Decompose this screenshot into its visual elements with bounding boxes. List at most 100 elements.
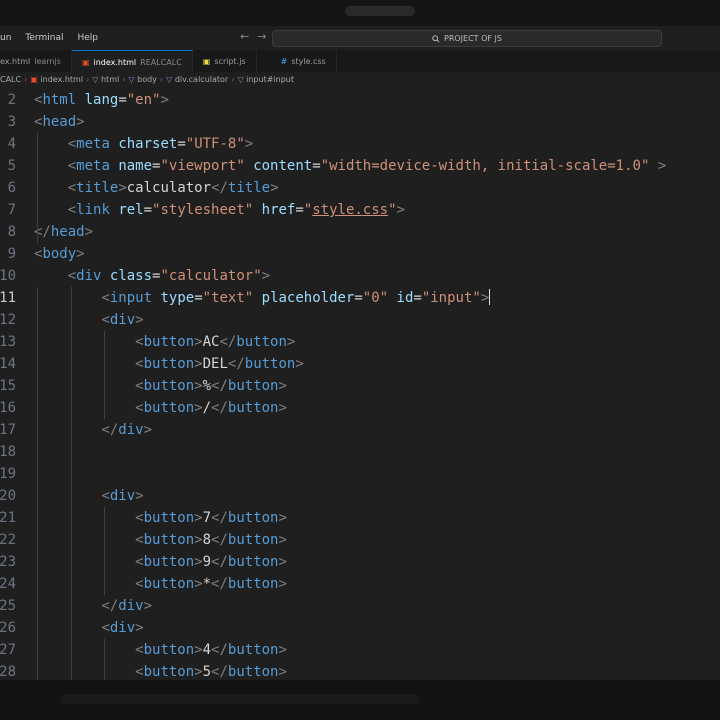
code-text: <div> <box>34 617 143 639</box>
line-number: 6 <box>7 180 16 196</box>
code-line: 20 <div> <box>0 485 720 507</box>
code-token: input <box>109 290 153 306</box>
code-token: > <box>278 400 287 416</box>
line-number: 16 <box>0 400 16 416</box>
code-text: <button>/</button> <box>34 397 287 419</box>
line-number: 7 <box>7 202 16 218</box>
code-token: < <box>135 532 144 548</box>
code-token: rel <box>118 202 144 218</box>
title-bar: un Terminal Help ← → PROJECT OF JS <box>0 26 720 50</box>
breadcrumb-item[interactable]: input#input <box>246 75 294 84</box>
indent-guide <box>104 507 106 595</box>
code-token: button <box>227 510 279 526</box>
code-token: < <box>135 400 144 416</box>
code-token: > <box>278 532 287 548</box>
code-token: > <box>194 400 203 416</box>
line-number: 9 <box>7 246 16 262</box>
code-token: button <box>227 576 279 592</box>
line-number: 3 <box>7 114 16 130</box>
code-line: 8 </head> <box>0 221 720 243</box>
code-token: = <box>194 290 203 306</box>
code-token: < <box>101 488 110 504</box>
code-token: button <box>143 642 195 658</box>
code-token: > <box>261 268 271 284</box>
tab-description: REALCALC <box>140 57 182 67</box>
code-line: 25 </div> <box>0 595 720 617</box>
code-line: 19 <box>0 463 720 485</box>
line-number: 25 <box>0 598 16 614</box>
code-line: 28 <button>5</button> <box>0 661 720 680</box>
code-text: <meta name="viewport" content="width=dev… <box>34 155 667 177</box>
code-token: > <box>278 664 287 680</box>
code-token: </ <box>227 356 245 372</box>
code-token: meta <box>76 136 110 152</box>
code-token: < <box>67 180 77 196</box>
code-token: </ <box>211 576 228 592</box>
element-icon: ▽ <box>237 74 244 84</box>
chevron-right-icon: › <box>159 74 164 84</box>
code-token: < <box>135 378 144 394</box>
menu-item-terminal[interactable]: Terminal <box>25 33 63 43</box>
tab-label: ex.html <box>0 56 31 66</box>
code-editor[interactable]: 2 <html lang="en"> 3 <head> 4 <meta charset=… <box>0 88 720 680</box>
code-text: <button>%</button> <box>34 375 287 397</box>
breadcrumb-item[interactable]: html <box>101 75 119 84</box>
menu-item-help[interactable]: Help <box>77 33 98 43</box>
line-number: 19 <box>0 466 16 482</box>
breadcrumb-item[interactable]: div.calculator <box>175 75 228 84</box>
code-text: <input type="text" placeholder="0" id="i… <box>34 287 491 309</box>
code-line: 5 <meta name="viewport" content="width=d… <box>0 155 720 177</box>
code-token: = <box>312 158 321 174</box>
code-token: style.css <box>312 202 389 218</box>
tab-script-js[interactable]: ▣ script.js <box>193 50 257 72</box>
code-token: < <box>67 268 77 284</box>
command-center-search[interactable]: PROJECT OF JS <box>272 30 662 47</box>
element-icon: ▽ <box>92 74 99 84</box>
code-token: class <box>109 268 153 284</box>
line-number: 17 <box>0 422 16 438</box>
code-token: < <box>135 334 144 350</box>
tab-ex-html[interactable]: ex.html learnjs <box>0 50 72 72</box>
code-token: button <box>227 554 279 570</box>
forward-arrow-icon[interactable]: → <box>257 30 266 43</box>
breadcrumb-item[interactable]: index.html <box>40 75 83 84</box>
code-token: button <box>227 532 279 548</box>
code-token: id <box>396 290 414 306</box>
code-token: = <box>118 92 127 108</box>
breadcrumb-item[interactable]: CALC <box>0 75 21 84</box>
indent-guide <box>37 287 38 680</box>
code-token: head <box>50 224 85 240</box>
code-token: </ <box>219 334 237 350</box>
code-line: 15 <button>%</button> <box>0 375 720 397</box>
menu-item-run[interactable]: un <box>0 33 11 43</box>
code-text: <div> <box>34 485 143 507</box>
code-text: <link rel="stylesheet" href="style.css"> <box>34 199 405 221</box>
back-arrow-icon[interactable]: ← <box>240 30 249 43</box>
code-token: > <box>194 532 203 548</box>
code-text: <body> <box>34 243 85 265</box>
code-token: title <box>76 180 119 196</box>
code-token: </ <box>211 664 228 680</box>
code-token: "width=device-width, initial-scale=1.0" <box>320 158 650 174</box>
code-text: <meta charset="UTF-8"> <box>34 133 254 155</box>
code-line: 27 <button>4</button> <box>0 639 720 661</box>
code-token: " <box>303 202 313 218</box>
code-token: > <box>194 554 203 570</box>
line-number: 5 <box>7 158 16 174</box>
code-token: = <box>354 290 363 306</box>
line-number: 27 <box>0 642 16 658</box>
breadcrumb: CALC › ▣ index.html › ▽ html › ▽ body › … <box>0 72 720 86</box>
code-line: 6 <title>calculator</title> <box>0 177 720 199</box>
line-number: 26 <box>0 620 16 636</box>
html-file-icon: ▣ <box>30 74 38 84</box>
tab-index-html[interactable]: ▣ index.html REALCALC <box>71 50 193 73</box>
breadcrumb-item[interactable]: body <box>137 75 157 84</box>
text-cursor <box>489 289 491 305</box>
tab-label: style.css <box>291 56 326 66</box>
code-line: 10 <div class="calculator"> <box>0 265 720 287</box>
js-file-icon: ▣ <box>202 56 211 66</box>
tab-style-css[interactable]: # style.css <box>257 50 337 72</box>
